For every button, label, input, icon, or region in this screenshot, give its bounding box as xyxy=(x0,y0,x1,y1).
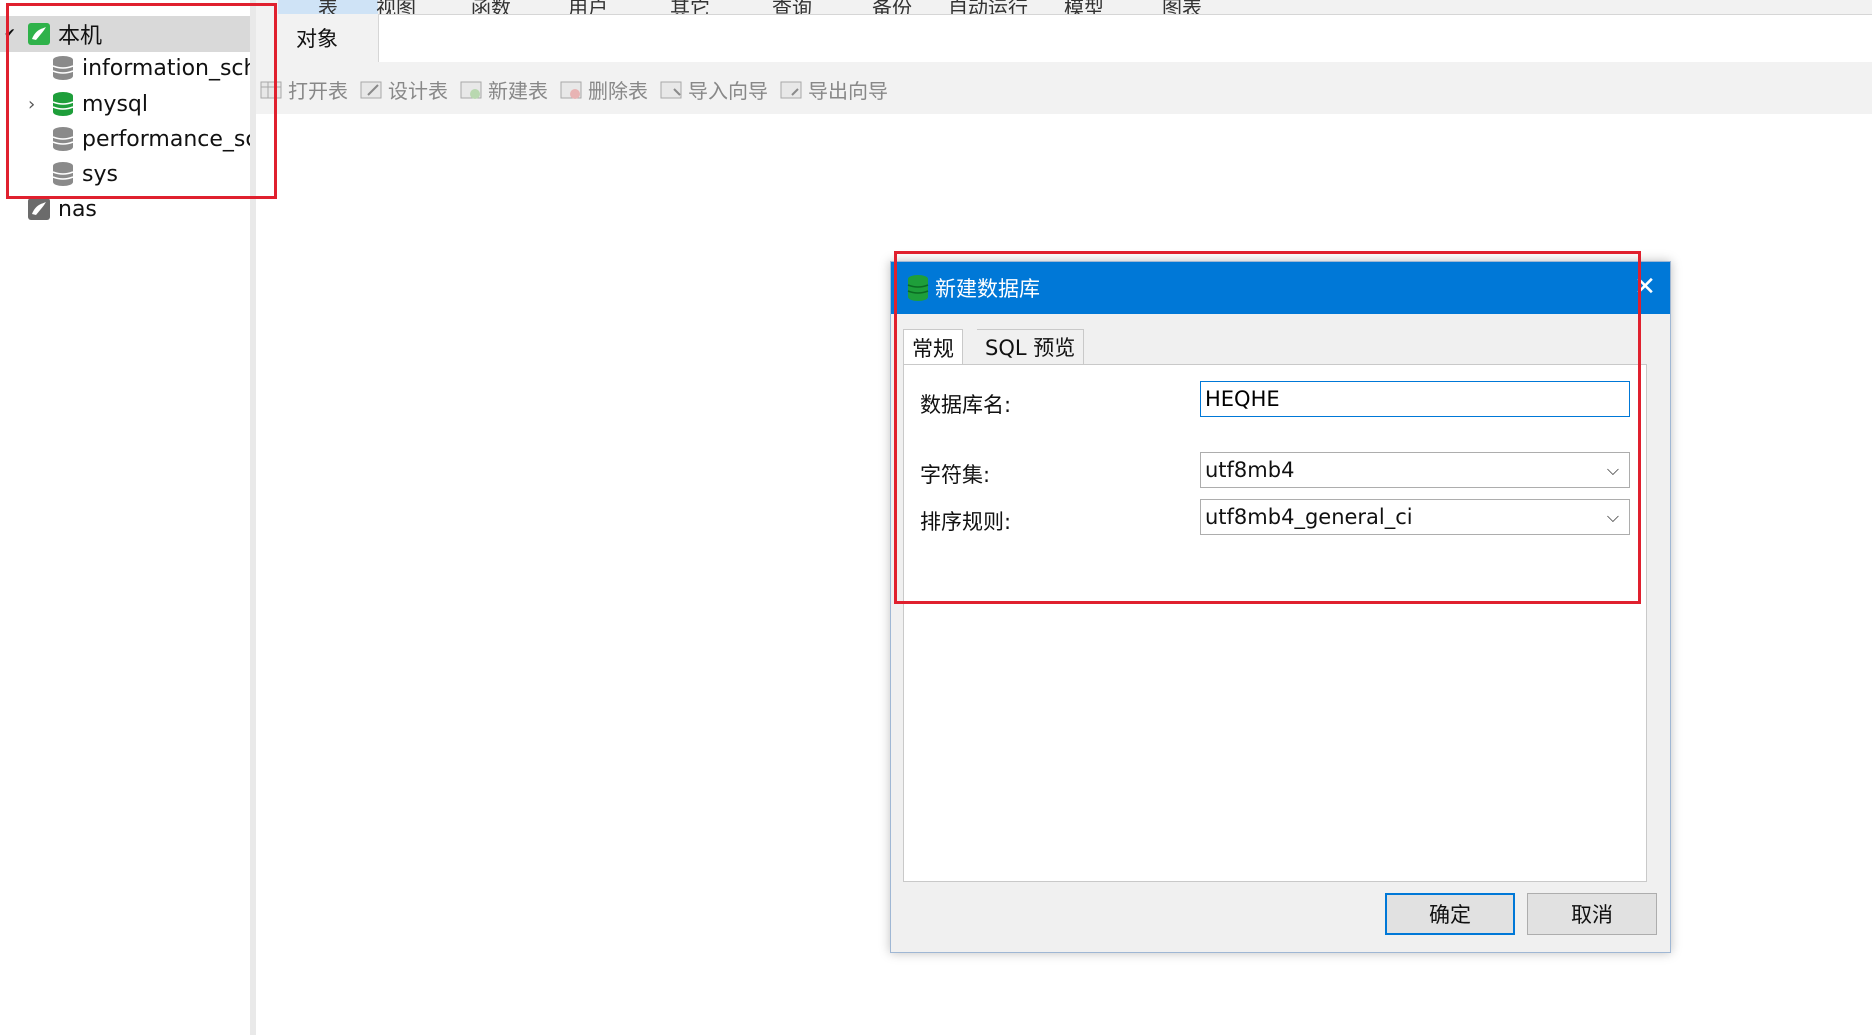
collation-value: utf8mb4_general_ci xyxy=(1205,505,1413,529)
db-label: mysql xyxy=(82,91,148,117)
object-tab-bar: 对象 xyxy=(256,14,1872,63)
dialog-title: 新建数据库 xyxy=(935,277,1040,301)
delete-table-button[interactable]: 删除表 xyxy=(560,75,648,104)
database-icon xyxy=(52,55,74,81)
navigation-sidebar: ✔ 本机 information_schema › mysql performa… xyxy=(0,0,250,1035)
object-toolbar: 打开表 设计表 新建表 删除表 导入向导 导出向导 xyxy=(256,62,1872,114)
chevron-down-icon: ⌵ xyxy=(1606,507,1619,526)
export-icon xyxy=(780,81,802,98)
sidebar-splitter[interactable] xyxy=(250,0,256,1035)
table-delete-icon xyxy=(560,81,582,99)
menu-automation[interactable]: 自动运行 xyxy=(948,0,1028,14)
menu-views[interactable]: 视图 xyxy=(376,0,416,14)
general-tab-panel: 数据库名: 字符集: utf8mb4 ⌵ 排序规则: utf8mb4_gener… xyxy=(903,364,1647,882)
menu-others[interactable]: 其它 xyxy=(670,0,710,14)
database-icon xyxy=(52,126,74,152)
charset-value: utf8mb4 xyxy=(1205,458,1295,482)
menu-functions[interactable]: 函数 xyxy=(471,0,511,14)
menu-tables[interactable]: 表 xyxy=(278,0,378,14)
db-item-performance-schema[interactable]: performance_schema xyxy=(0,121,250,157)
mysql-connection-icon xyxy=(28,23,50,45)
toolbar-label: 新建表 xyxy=(488,79,548,103)
collation-label: 排序规则: xyxy=(920,510,1012,534)
expanded-check-icon: ✔ xyxy=(4,26,16,42)
database-icon xyxy=(52,91,74,117)
collation-select[interactable]: utf8mb4_general_ci ⌵ xyxy=(1200,499,1630,535)
new-table-button[interactable]: 新建表 xyxy=(460,75,548,104)
database-name-label: 数据库名: xyxy=(920,393,1012,417)
table-design-icon xyxy=(360,81,382,98)
table-add-icon xyxy=(460,81,482,99)
database-icon xyxy=(52,161,74,187)
tab-strip-area xyxy=(378,14,1872,62)
tab-sql-preview[interactable]: SQL 预览 xyxy=(977,329,1085,364)
dialog-title-bar[interactable]: 新建数据库 ✕ xyxy=(891,262,1670,314)
tab-objects[interactable]: 对象 xyxy=(256,14,379,62)
menu-charts[interactable]: 图表 xyxy=(1162,0,1202,14)
menu-queries[interactable]: 查询 xyxy=(772,0,812,14)
db-item-sys[interactable]: sys xyxy=(0,156,250,192)
db-item-mysql[interactable]: › mysql xyxy=(0,86,250,122)
db-label: sys xyxy=(82,161,118,187)
toolbar-label: 删除表 xyxy=(588,79,648,103)
ok-button[interactable]: 确定 xyxy=(1385,893,1515,935)
db-item-information-schema[interactable]: information_schema xyxy=(0,50,250,86)
toolbar-label: 打开表 xyxy=(288,79,348,103)
charset-label: 字符集: xyxy=(920,463,991,487)
db-label: information_schema xyxy=(82,55,250,81)
connection-label: nas xyxy=(58,196,97,222)
chevron-down-icon: ⌵ xyxy=(1606,460,1619,479)
design-table-button[interactable]: 设计表 xyxy=(360,75,448,104)
import-icon xyxy=(660,81,682,98)
toolbar-label: 导入向导 xyxy=(688,79,768,103)
chevron-right-icon[interactable]: › xyxy=(28,94,35,115)
object-type-menu: 表 视图 函数 用户 其它 查询 备份 自动运行 模型 图表 xyxy=(256,0,1872,14)
menu-backup[interactable]: 备份 xyxy=(872,0,912,14)
new-database-dialog: 新建数据库 ✕ 常规 SQL 预览 数据库名: 字符集: utf8mb4 ⌵ 排… xyxy=(890,261,1671,953)
table-open-icon xyxy=(260,81,282,98)
database-name-input[interactable] xyxy=(1200,381,1630,417)
export-wizard-button[interactable]: 导出向导 xyxy=(780,75,888,104)
toolbar-label: 导出向导 xyxy=(808,79,888,103)
open-table-button[interactable]: 打开表 xyxy=(260,75,348,104)
charset-select[interactable]: utf8mb4 ⌵ xyxy=(1200,452,1630,488)
import-wizard-button[interactable]: 导入向导 xyxy=(660,75,768,104)
toolbar-label: 设计表 xyxy=(388,79,448,103)
database-icon xyxy=(907,274,929,302)
tab-general[interactable]: 常规 xyxy=(903,329,963,365)
menu-models[interactable]: 模型 xyxy=(1064,0,1104,14)
close-icon[interactable]: ✕ xyxy=(1634,272,1656,302)
connection-nas[interactable]: nas xyxy=(0,191,250,227)
db-label: performance_schema xyxy=(82,126,250,152)
mysql-connection-icon xyxy=(28,198,50,220)
cancel-button[interactable]: 取消 xyxy=(1527,893,1657,935)
menu-users[interactable]: 用户 xyxy=(568,0,608,14)
connection-local[interactable]: ✔ 本机 xyxy=(0,16,250,52)
connection-label: 本机 xyxy=(58,24,103,49)
